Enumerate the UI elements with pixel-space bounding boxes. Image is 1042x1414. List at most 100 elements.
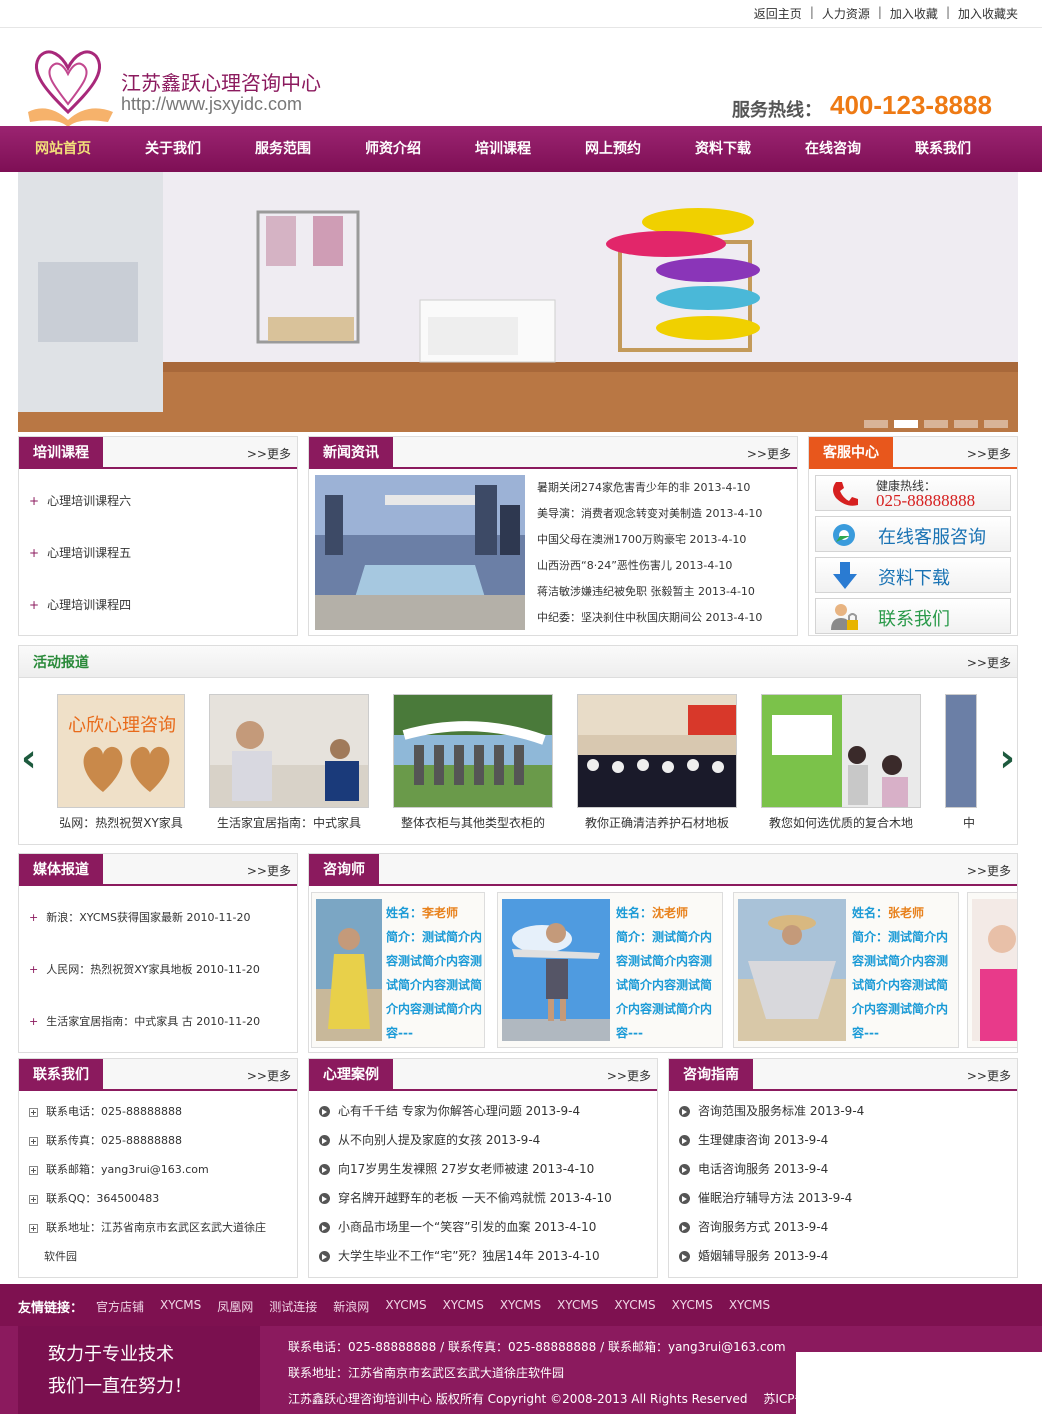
friend-link[interactable]: 测试连接 (269, 1298, 317, 1315)
arrow-bullet-icon (319, 1222, 330, 1233)
news-item[interactable]: 暑期关闭274家危害青少年的非 2013-4-10 (537, 475, 797, 501)
case-item[interactable]: 穿名牌开越野车的老板 一天不偷鸡就慌 2013-4-10 (319, 1184, 657, 1213)
more-link[interactable]: >>更多 (747, 445, 791, 462)
friend-link[interactable]: 凤凰网 (217, 1298, 253, 1315)
guide-item[interactable]: 婚姻辅导服务 2013-9-4 (679, 1242, 1017, 1271)
counselor-card[interactable]: 姓名：李老师 简介：测试简介内容测试简介内容测试简介内容测试简介内容测试简介内容-… (311, 892, 485, 1048)
guide-item[interactable]: 咨询服务方式 2013-9-4 (679, 1213, 1017, 1242)
friend-link[interactable]: XYCMS (557, 1298, 598, 1315)
arrow-bullet-icon (319, 1135, 330, 1146)
list-item[interactable]: + 心理培训课程五 (29, 527, 297, 579)
friend-links-bar: 友情链接： 官方店铺 XYCMS 凤凰网 测试连接 新浪网 XYCMS XYCM… (0, 1284, 1042, 1326)
friend-link[interactable]: 新浪网 (333, 1298, 369, 1315)
friend-link[interactable]: XYCMS (614, 1298, 655, 1315)
arrow-bullet-icon (679, 1222, 690, 1233)
list-item[interactable]: + 生活家宜居指南：中式家具 古 2010-11-20 (29, 996, 297, 1048)
health-hotline-number: 025-88888888 (876, 491, 976, 510)
panel-header: 培训课程 >>更多 (19, 437, 297, 469)
friend-link[interactable]: XYCMS (672, 1298, 713, 1315)
phone-icon (833, 482, 858, 506)
more-link[interactable]: >>更多 (607, 1067, 651, 1084)
guide-item[interactable]: 催眠治疗辅导方法 2013-9-4 (679, 1184, 1017, 1213)
case-item[interactable]: 向17岁男生发裸照 27岁女老师被逮 2013-4-10 (319, 1155, 657, 1184)
contact-address-cont: 软件园 (44, 1250, 77, 1263)
guide-item[interactable]: 电话咨询服务 2013-9-4 (679, 1155, 1017, 1184)
prev-arrow-icon[interactable]: ‹ (21, 736, 37, 780)
more-link[interactable]: >>更多 (247, 1067, 291, 1084)
banner-dot[interactable] (954, 420, 978, 428)
download-button[interactable]: 资料下载 (815, 557, 1011, 593)
top-bar: 返回主页 | 人力资源 | 加入收藏 | 加入收藏夹 (0, 0, 1042, 28)
plus-icon (29, 1165, 38, 1175)
list-item[interactable]: + 心理培训课程四 (29, 579, 297, 631)
news-item[interactable]: 美导演：消费者观念转变对美制造 2013-4-10 (537, 501, 797, 527)
counselor-card[interactable] (967, 892, 1017, 1048)
more-link[interactable]: >>更多 (967, 862, 1011, 879)
counselor-card[interactable]: 姓名：沈老师 简介：测试简介内容测试简介内容测试简介内容测试简介内容测试简介内容-… (497, 892, 723, 1048)
panel-title: 媒体报道 (19, 854, 103, 886)
nav-consult[interactable]: 在线咨询 (778, 126, 888, 172)
contact-us-button[interactable]: 联系我们 (815, 598, 1011, 634)
guide-item[interactable]: 生理健康咨询 2013-9-4 (679, 1126, 1017, 1155)
activity-item[interactable]: 教你正确清洁养护石材地板 (577, 694, 737, 831)
nav-training[interactable]: 培训课程 (448, 126, 558, 172)
news-item[interactable]: 蒋洁敏涉嫌违纪被免职 张毅暂主 2013-4-10 (537, 579, 797, 605)
counselor-card[interactable]: 姓名：张老师 简介：测试简介内容测试简介内容测试简介内容测试简介内容测试简介内容-… (733, 892, 959, 1048)
home-link[interactable]: 返回主页 (754, 5, 802, 22)
friend-link[interactable]: XYCMS (443, 1298, 484, 1315)
guide-item[interactable]: 咨询范围及服务标准 2013-9-4 (679, 1097, 1017, 1126)
nav-about[interactable]: 关于我们 (118, 126, 228, 172)
friend-link[interactable]: 官方店铺 (96, 1298, 144, 1315)
activity-item[interactable]: 中 (945, 694, 977, 831)
friend-link[interactable]: XYCMS (160, 1298, 201, 1315)
activity-item[interactable]: 生活家宜居指南：中式家具 (209, 694, 369, 831)
nav-home[interactable]: 网站首页 (8, 126, 118, 172)
activity-item[interactable]: 整体衣柜与其他类型衣柜的 (393, 694, 553, 831)
friend-link[interactable]: XYCMS (729, 1298, 770, 1315)
case-item[interactable]: 心有千千结 专家为你解答心理问题 2013-9-4 (319, 1097, 657, 1126)
banner-dot[interactable] (924, 420, 948, 428)
case-item[interactable]: 大学生毕业不工作“宅”死？独居14年 2013-4-10 (319, 1242, 657, 1271)
banner-dot[interactable] (864, 420, 888, 428)
panel-title: 培训课程 (19, 437, 103, 469)
favorite-link[interactable]: 加入收藏 (890, 5, 938, 22)
nav-contact[interactable]: 联系我们 (888, 126, 998, 172)
next-arrow-icon[interactable]: › (999, 736, 1015, 780)
nav-teachers[interactable]: 师资介绍 (338, 126, 448, 172)
bullet-icon: + (29, 494, 40, 508)
nav-download[interactable]: 资料下载 (668, 126, 778, 172)
banner-dot-active[interactable] (894, 420, 918, 428)
footer-address-line: 联系地址：江苏省南京市玄武区玄武大道徐庄软件园 (288, 1366, 565, 1380)
more-link[interactable]: >>更多 (247, 862, 291, 879)
list-item[interactable]: + 人民网：热烈祝贺XY家具地板 2010-11-20 (29, 944, 297, 996)
nav-services[interactable]: 服务范围 (228, 126, 338, 172)
more-link[interactable]: >>更多 (967, 445, 1011, 462)
banner-dot[interactable] (984, 420, 1008, 428)
favorite-folder-link[interactable]: 加入收藏夹 (958, 5, 1018, 22)
arrow-bullet-icon (679, 1135, 690, 1146)
banner-slideshow[interactable] (18, 172, 1018, 432)
activity-item[interactable]: 教您如何选优质的复合木地 (761, 694, 921, 831)
more-link[interactable]: >>更多 (967, 1067, 1011, 1084)
friend-link[interactable]: XYCMS (385, 1298, 426, 1315)
list-item[interactable]: + 新浪：XYCMS获得国家最新 2010-11-20 (29, 892, 297, 944)
main-nav: 网站首页 关于我们 服务范围 师资介绍 培训课程 网上预约 资料下载 在线咨询 … (0, 126, 1042, 172)
news-item[interactable]: 中国父母在澳洲1700万购豪宅 2013-4-10 (537, 527, 797, 553)
friend-links-label: 友情链接： (18, 1301, 84, 1316)
news-item[interactable]: 中纪委：坚决刹住中秋国庆期间公 2013-4-10 (537, 605, 797, 631)
friend-link[interactable]: XYCMS (500, 1298, 541, 1315)
counselor-panel: 咨询师 >>更多 姓名：李老师 简介：测试简介内容测试简介内容测试简介内容测试简介… (308, 853, 1018, 1053)
case-item[interactable]: 小商品市场里一个“笑容”引发的血案 2013-4-10 (319, 1213, 657, 1242)
hr-link[interactable]: 人力资源 (822, 5, 870, 22)
activity-item[interactable]: 心欣心理咨询 弘网：热烈祝贺XY家具 (57, 694, 217, 831)
more-link[interactable]: >>更多 (247, 445, 291, 462)
service-panel: 客服中心 >>更多 健康热线： 025-88888888 在线客服咨询 资料下载… (808, 436, 1018, 636)
guide-panel: 咨询指南 >>更多 咨询范围及服务标准 2013-9-4 生理健康咨询 2013… (668, 1058, 1018, 1278)
list-item[interactable]: + 心理培训课程六 (29, 475, 297, 527)
case-item[interactable]: 从不向别人提及家庭的女孩 2013-9-4 (319, 1126, 657, 1155)
news-item[interactable]: 山西汾西“8·24”恶性伤害儿 2013-4-10 (537, 553, 797, 579)
online-service-button[interactable]: 在线客服咨询 (815, 516, 1011, 552)
nav-booking[interactable]: 网上预约 (558, 126, 668, 172)
activity-carousel: 心欣心理咨询 弘网：热烈祝贺XY家具 生活家宜居指南：中式家具 整体衣柜与其他类… (57, 646, 977, 846)
arrow-bullet-icon (319, 1164, 330, 1175)
